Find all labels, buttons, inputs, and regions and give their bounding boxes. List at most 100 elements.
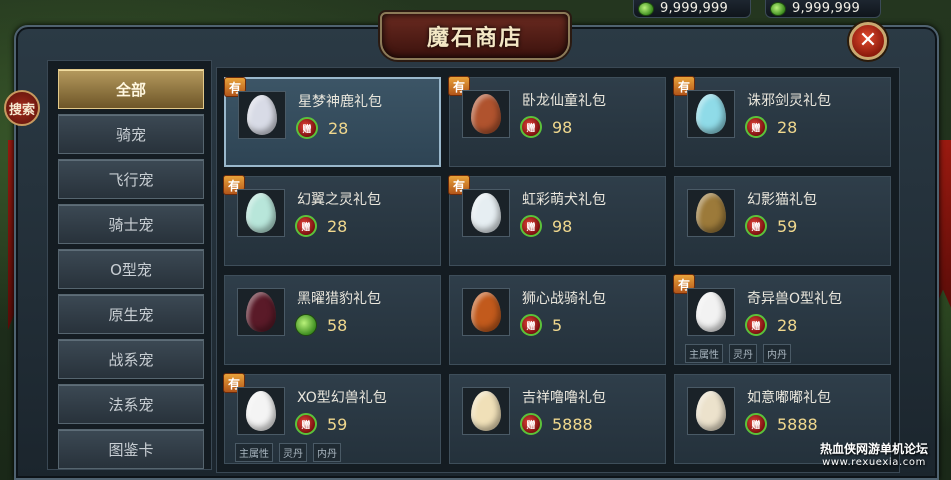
item-name: 星梦神鹿礼包 [298, 94, 382, 110]
bound-currency-icon: 赠 [296, 117, 318, 139]
item-tag: 灵丹 [729, 344, 757, 363]
title-plate: 魔石商店 [380, 12, 570, 60]
pet-egg-icon [471, 292, 501, 332]
item-price: 28 [777, 118, 798, 137]
pet-egg-icon [471, 193, 501, 233]
item-name: 卧龙仙童礼包 [522, 93, 606, 109]
category-tab[interactable]: O型宠 [58, 249, 204, 289]
item-card[interactable]: 黑曜猎豹礼包 58 [224, 275, 441, 365]
item-icon-frame [238, 91, 286, 139]
item-price: 59 [327, 415, 348, 434]
green-gem-icon [770, 1, 786, 16]
item-name: XO型幻兽礼包 [297, 390, 387, 406]
currency-display-1: 9,999,999 [633, 0, 751, 18]
item-name: 虹彩萌犬礼包 [522, 192, 606, 208]
item-icon-frame [687, 189, 735, 237]
item-card[interactable]: 有虹彩萌犬礼包赠 98 [448, 175, 666, 266]
item-card[interactable]: 有奇异兽O型礼包赠 28 主属性 灵丹 内丹 [673, 274, 891, 365]
item-card[interactable]: 有星梦神鹿礼包赠 28 [224, 77, 441, 167]
item-name: 狮心战骑礼包 [522, 291, 606, 307]
item-grid: 有星梦神鹿礼包赠 28 有卧龙仙童礼包赠 98 有诛邪剑灵礼包赠 28 有幻翼之灵礼包赠 28… [216, 67, 900, 473]
item-price: 28 [328, 119, 349, 138]
category-tab[interactable]: 战系宠 [58, 339, 204, 379]
item-price: 5888 [552, 415, 593, 434]
item-icon-frame [462, 288, 510, 336]
item-price: 5 [552, 316, 563, 335]
pet-egg-icon [696, 292, 726, 332]
category-sidebar: 全部骑宠飞行宠骑士宠 O型宠原生宠战系宠法系宠图鉴卡 [47, 60, 212, 470]
item-icon-frame [687, 288, 735, 336]
bound-currency-icon: 赠 [520, 116, 542, 138]
item-card[interactable]: 幻影猫礼包赠 59 [674, 176, 891, 266]
item-name: 奇异兽O型礼包 [747, 291, 843, 307]
item-icon-frame [687, 90, 735, 138]
item-card[interactable]: 有 XO型幻兽礼包赠 59 主属性 灵丹 内丹 [223, 373, 441, 464]
pet-egg-icon [696, 94, 726, 134]
item-icon-frame [687, 387, 735, 435]
bound-currency-icon: 赠 [745, 116, 767, 138]
item-name: 幻影猫礼包 [747, 192, 817, 208]
search-button[interactable]: 搜索 [4, 90, 40, 126]
item-card[interactable]: 吉祥噜噜礼包赠 5888 [449, 374, 666, 464]
item-tag: 内丹 [313, 443, 341, 462]
watermark-line2: www.rexuexia.com [822, 457, 926, 468]
item-name: 如意嘟嘟礼包 [747, 390, 831, 406]
item-price: 28 [327, 217, 348, 236]
item-tag: 内丹 [763, 344, 791, 363]
currency-display-2: 9,999,999 [765, 0, 881, 18]
close-icon: ✕ [858, 28, 878, 53]
item-card[interactable]: 有卧龙仙童礼包赠 98 [448, 76, 666, 167]
pet-egg-icon [696, 391, 726, 431]
category-tab[interactable]: 图鉴卡 [58, 429, 204, 469]
item-icon-frame [462, 387, 510, 435]
pet-egg-icon [246, 391, 276, 431]
item-price: 98 [552, 118, 573, 137]
pet-egg-icon [471, 391, 501, 431]
bound-currency-icon: 赠 [745, 314, 767, 336]
category-tab[interactable]: 骑士宠 [58, 204, 204, 244]
bound-currency-icon: 赠 [295, 413, 317, 435]
bound-currency-icon: 赠 [520, 413, 542, 435]
category-tab[interactable]: 全部 [58, 69, 204, 109]
search-label: 搜索 [8, 102, 35, 118]
category-tab[interactable]: 法系宠 [58, 384, 204, 424]
pet-egg-icon [247, 95, 277, 135]
bound-currency-icon: 赠 [745, 215, 767, 237]
page-title: 魔石商店 [426, 26, 523, 51]
item-icon-frame [237, 288, 285, 336]
item-icon-frame [237, 189, 285, 237]
item-price: 28 [777, 316, 798, 335]
item-price: 59 [777, 217, 798, 236]
item-name: 幻翼之灵礼包 [297, 192, 381, 208]
item-tag: 主属性 [235, 443, 273, 462]
item-name: 诛邪剑灵礼包 [747, 93, 831, 109]
bound-currency-icon: 赠 [520, 215, 542, 237]
item-card[interactable]: 有幻翼之灵礼包赠 28 [223, 175, 441, 266]
item-name: 吉祥噜噜礼包 [522, 390, 606, 406]
pet-egg-icon [471, 94, 501, 134]
item-tags: 主属性 灵丹 内丹 [235, 443, 341, 462]
currency-amount: 9,999,999 [792, 1, 860, 16]
bound-currency-icon: 赠 [745, 413, 767, 435]
item-icon-frame [237, 387, 285, 435]
item-card[interactable]: 狮心战骑礼包赠 5 [449, 275, 666, 365]
currency-amount: 9,999,999 [660, 1, 728, 16]
item-icon-frame [462, 90, 510, 138]
bound-currency-icon: 赠 [295, 215, 317, 237]
item-price: 5888 [777, 415, 818, 434]
watermark: 热血侠网游单机论坛 www.rexuexia.com [820, 442, 928, 470]
item-card[interactable]: 有诛邪剑灵礼包赠 28 [673, 76, 891, 167]
item-price: 98 [552, 217, 573, 236]
item-price: 58 [327, 316, 348, 335]
watermark-line1: 热血侠网游单机论坛 [820, 442, 929, 456]
item-name: 黑曜猎豹礼包 [297, 291, 381, 307]
item-tags: 主属性 灵丹 内丹 [685, 344, 791, 363]
category-tab[interactable]: 飞行宠 [58, 159, 204, 199]
category-tab[interactable]: 骑宠 [58, 114, 204, 154]
item-tag: 灵丹 [279, 443, 307, 462]
close-button[interactable]: ✕ [849, 22, 887, 60]
green-gem-icon [295, 314, 317, 336]
bound-currency-icon: 赠 [520, 314, 542, 336]
pet-egg-icon [696, 193, 726, 233]
category-tab[interactable]: 原生宠 [58, 294, 204, 334]
